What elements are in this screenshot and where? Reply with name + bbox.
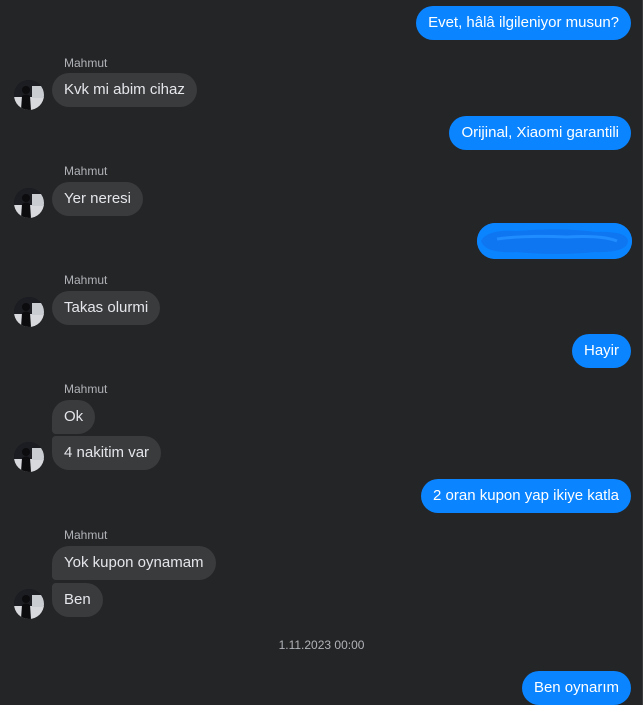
incoming-message-bubble[interactable]: 4 nakitim var — [52, 436, 162, 470]
outgoing-message-bubble[interactable]: Hayir — [571, 334, 631, 368]
contact-avatar-icon[interactable] — [14, 297, 44, 327]
sender-name: Mahmut — [64, 528, 108, 542]
incoming-message-bubble[interactable]: Ok — [52, 400, 96, 434]
redacted-outgoing-message-bubble[interactable] — [477, 223, 632, 259]
contact-avatar-icon[interactable] — [14, 589, 44, 619]
outgoing-message-bubble[interactable]: 2 oran kupon yap ikiye katla — [421, 479, 631, 513]
sender-name: Mahmut — [64, 164, 108, 178]
sender-name: Mahmut — [64, 56, 108, 70]
contact-avatar-icon[interactable] — [14, 188, 44, 218]
sender-name: Mahmut — [64, 273, 108, 287]
incoming-message-bubble[interactable]: Yok kupon oynamam — [52, 546, 216, 580]
conversation-timestamp: 1.11.2023 00:00 — [278, 638, 365, 652]
outgoing-message-bubble[interactable]: Evet, hâlâ ilgileniyor musun? — [416, 6, 631, 40]
incoming-message-bubble[interactable]: Yer neresi — [52, 182, 143, 216]
contact-avatar-icon[interactable] — [14, 80, 44, 110]
incoming-message-bubble[interactable]: Kvk mi abim cihaz — [52, 73, 197, 107]
outgoing-message-bubble[interactable]: Ben oynarım — [521, 671, 631, 705]
outgoing-message-bubble[interactable]: Orijinal, Xiaomi garantili — [449, 116, 631, 150]
incoming-message-bubble[interactable]: Ben — [52, 583, 103, 617]
incoming-message-bubble[interactable]: Takas olurmi — [52, 291, 161, 325]
contact-avatar-icon[interactable] — [14, 442, 44, 472]
sender-name: Mahmut — [64, 382, 108, 396]
